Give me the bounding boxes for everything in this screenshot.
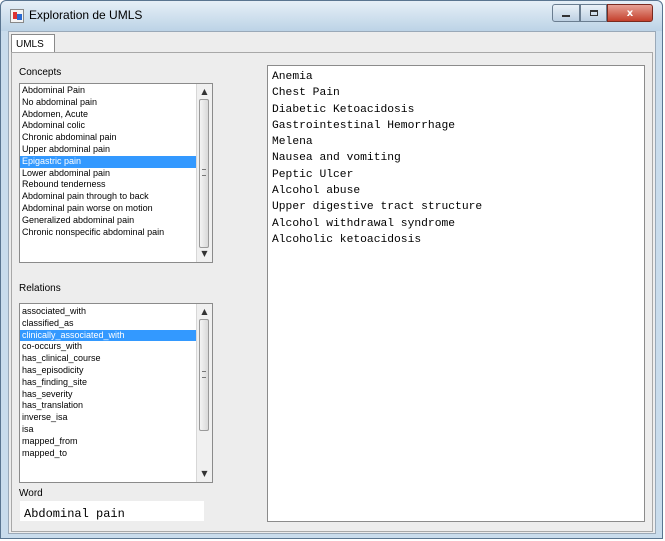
concepts-scroll-thumb[interactable]: [199, 99, 209, 248]
close-button[interactable]: x: [607, 4, 653, 22]
relations-scroll-thumb[interactable]: [199, 319, 209, 431]
result-line: Alcoholic ketoacidosis: [272, 233, 422, 246]
close-icon: x: [626, 7, 634, 19]
result-line: Nausea and vomiting: [272, 152, 401, 165]
relations-label: Relations: [19, 283, 61, 294]
relation-list-item[interactable]: classified_as: [20, 318, 197, 330]
client-area: UMLS Concepts Abdominal Pain No abdominal…: [8, 31, 656, 534]
title-bar[interactable]: Exploration de UMLS x: [1, 1, 662, 31]
scroll-up-arrow-icon[interactable]: ▲: [197, 305, 212, 319]
concept-list-item[interactable]: Chronic nonspecific abdominal pain: [20, 227, 197, 239]
relation-list-item[interactable]: associated_with: [20, 306, 197, 318]
scroll-grip-icon: [202, 371, 206, 378]
minimize-icon: [562, 15, 570, 17]
concept-list-item[interactable]: Abdomen, Acute: [20, 109, 197, 121]
result-line: Anemia: [272, 71, 313, 83]
relation-list-item[interactable]: has_episodicity: [20, 365, 197, 377]
java-cup-icon[interactable]: [10, 9, 24, 23]
result-line: Diabetic Ketoacidosis: [272, 103, 415, 116]
relation-list-item[interactable]: clinically_associated_with: [20, 329, 197, 342]
word-label: Word: [19, 488, 43, 499]
relation-list-item[interactable]: isa: [20, 424, 197, 436]
concepts-label: Concepts: [19, 67, 62, 78]
concept-list-item[interactable]: Abdominal pain through to back: [20, 191, 197, 203]
concept-list-item[interactable]: Chronic abdominal pain: [20, 132, 197, 144]
concept-list-item[interactable]: No abdominal pain: [20, 97, 197, 109]
concept-list-item[interactable]: Abdominal Pain: [20, 85, 197, 97]
relations-scrollbar[interactable]: ▲ ▼: [196, 304, 212, 482]
concept-list-item[interactable]: Generalized abdominal pain: [20, 215, 197, 227]
maximize-button[interactable]: [580, 4, 607, 22]
word-input[interactable]: [20, 501, 204, 521]
application-window: Exploration de UMLS x UMLS Concepts Abdo…: [0, 0, 663, 539]
result-line: Gastrointestinal Hemorrhage: [272, 119, 456, 132]
result-line: Upper digestive tract structure: [272, 201, 483, 214]
result-line: Alcohol abuse: [272, 185, 361, 198]
relations-list[interactable]: associated_with classified_as clinically_a…: [19, 303, 213, 483]
relation-list-item[interactable]: co-occurs_with: [20, 341, 197, 353]
relation-list-item[interactable]: has_finding_site: [20, 377, 197, 389]
concept-list-item[interactable]: Abdominal pain worse on motion: [20, 203, 197, 215]
result-line: Peptic Ulcer: [272, 168, 354, 181]
result-line: Alcohol withdrawal syndrome: [272, 217, 456, 230]
concept-list-item[interactable]: Upper abdominal pain: [20, 144, 197, 156]
window-title: Exploration de UMLS: [29, 8, 143, 22]
tab-umls[interactable]: UMLS: [11, 34, 55, 53]
scroll-up-arrow-icon[interactable]: ▲: [197, 85, 212, 99]
scroll-down-arrow-icon[interactable]: ▼: [197, 247, 212, 261]
maximize-icon: [589, 10, 598, 16]
concepts-scrollbar[interactable]: ▲ ▼: [196, 84, 212, 262]
concept-list-item[interactable]: Lower abdominal pain: [20, 168, 197, 180]
results-text-area[interactable]: Anemia Chest Pain Diabetic Ketoacidosis Gas…: [267, 65, 645, 522]
concept-list-item[interactable]: Rebound tenderness: [20, 179, 197, 191]
result-line: Chest Pain: [272, 87, 340, 100]
relation-list-item[interactable]: inverse_isa: [20, 412, 197, 424]
scroll-down-arrow-icon[interactable]: ▼: [197, 467, 212, 481]
scroll-grip-icon: [202, 169, 206, 176]
relation-list-item[interactable]: mapped_to: [20, 448, 197, 460]
relation-list-item[interactable]: mapped_from: [20, 436, 197, 448]
umls-panel: Concepts Abdominal Pain No abdominal pain…: [11, 52, 653, 532]
concept-list-item[interactable]: Abdominal colic: [20, 120, 197, 132]
concept-list-item[interactable]: Epigastric pain: [20, 155, 197, 168]
result-line: Melena: [272, 136, 313, 149]
relation-list-item[interactable]: has_clinical_course: [20, 353, 197, 365]
relation-list-item[interactable]: has_translation: [20, 400, 197, 412]
relation-list-item[interactable]: has_severity: [20, 389, 197, 401]
concepts-list[interactable]: Abdominal Pain No abdominal pain Abdomen, …: [19, 83, 213, 263]
minimize-button[interactable]: [552, 4, 580, 22]
